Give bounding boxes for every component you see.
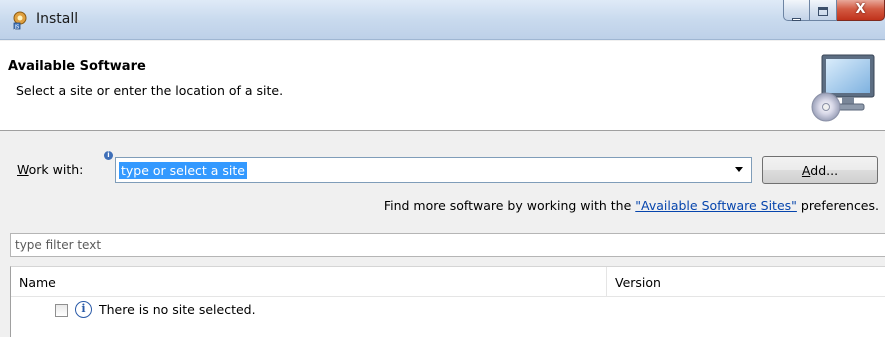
column-header-name-label: Name bbox=[19, 275, 56, 290]
work-with-label-text: ork with: bbox=[28, 162, 84, 177]
info-icon: i bbox=[104, 151, 113, 160]
add-button[interactable]: Add... bbox=[762, 156, 878, 184]
svg-text:JS: JS bbox=[14, 25, 20, 31]
find-more-prefix: Find more software by working with the bbox=[383, 198, 636, 213]
chevron-down-icon[interactable] bbox=[735, 167, 743, 172]
software-table: Name Version i There is no site selected… bbox=[10, 266, 885, 337]
work-with-mnemonic: W bbox=[17, 162, 29, 177]
wizard-header: Available Software Select a site or ente… bbox=[0, 41, 885, 131]
add-mnemonic: A bbox=[801, 162, 811, 178]
close-button[interactable]: X bbox=[837, 0, 885, 21]
maximize-button[interactable] bbox=[810, 0, 837, 21]
window-controls: X bbox=[783, 0, 885, 22]
find-more-suffix: preferences. bbox=[796, 198, 879, 213]
minimize-icon bbox=[784, 10, 809, 25]
add-button-label: dd... bbox=[810, 162, 839, 178]
site-combo[interactable]: type or select a site bbox=[115, 157, 752, 183]
filter-input[interactable]: type filter text bbox=[10, 233, 885, 257]
find-more-text: Find more software by working with the "… bbox=[384, 198, 879, 213]
minimize-button[interactable] bbox=[783, 0, 810, 21]
maximize-icon bbox=[810, 5, 836, 20]
available-software-sites-link[interactable]: "Available Software Sites" bbox=[635, 198, 797, 213]
title-bar: JS Install X bbox=[0, 0, 885, 40]
row-text: There is no site selected. bbox=[99, 302, 256, 317]
window-title: Install bbox=[36, 11, 79, 27]
column-header-version[interactable]: Version bbox=[607, 267, 885, 297]
computer-cd-icon bbox=[811, 54, 875, 122]
close-icon: X bbox=[855, 2, 866, 17]
install-icon: JS bbox=[13, 11, 27, 31]
info-icon: i bbox=[75, 301, 92, 318]
work-with-label: Work with: bbox=[17, 162, 83, 177]
page-title: Available Software bbox=[8, 59, 146, 74]
column-header-name[interactable]: Name bbox=[11, 267, 607, 297]
table-row[interactable]: i There is no site selected. bbox=[11, 298, 885, 322]
column-header-version-label: Version bbox=[615, 275, 661, 290]
filter-placeholder: type filter text bbox=[15, 238, 102, 252]
page-description: Select a site or enter the location of a… bbox=[16, 83, 284, 98]
row-checkbox[interactable] bbox=[55, 304, 68, 317]
site-combo-value[interactable]: type or select a site bbox=[119, 162, 247, 179]
